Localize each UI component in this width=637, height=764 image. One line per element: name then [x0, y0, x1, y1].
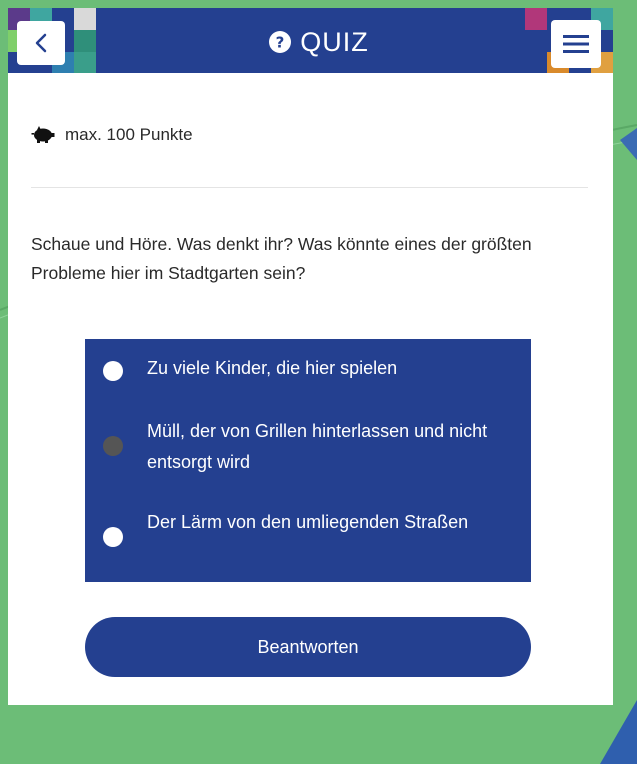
menu-button[interactable] — [551, 20, 601, 68]
piggy-bank-icon — [31, 126, 55, 143]
radio-button[interactable] — [103, 361, 123, 381]
hamburger-menu-icon — [563, 35, 589, 53]
answer-option-3[interactable]: Der Lärm von den umliegenden Straßen — [85, 507, 531, 571]
answer-option-label: Zu viele Kinder, die hier spielen — [147, 358, 398, 378]
radio-button[interactable] — [103, 527, 123, 547]
question-text: Schaue und Höre. Was denkt ihr? Was könn… — [31, 234, 532, 283]
page-title: QUIZ — [300, 26, 369, 57]
max-points-label: max. 100 Punkte — [65, 125, 193, 144]
svg-text:?: ? — [276, 34, 285, 52]
answer-option-1[interactable]: Zu viele Kinder, die hier spielen — [85, 353, 531, 393]
answer-option-label: Müll, der von Grillen hinterlassen und n… — [147, 421, 488, 472]
answer-option-2[interactable]: Müll, der von Grillen hinterlassen und n… — [85, 416, 531, 480]
submit-answer-button[interactable]: Beantworten — [85, 617, 531, 677]
header-title-group: ? QUIZ — [0, 22, 637, 62]
max-points-row: max. 100 Punkte — [31, 120, 193, 150]
divider — [31, 187, 588, 188]
radio-button-selected[interactable] — [103, 436, 123, 456]
answer-option-label: Der Lärm von den umliegenden Straßen — [147, 512, 469, 532]
answer-options: Zu viele Kinder, die hier spielen Müll, … — [85, 339, 531, 582]
question-circle-icon: ? — [269, 31, 292, 53]
